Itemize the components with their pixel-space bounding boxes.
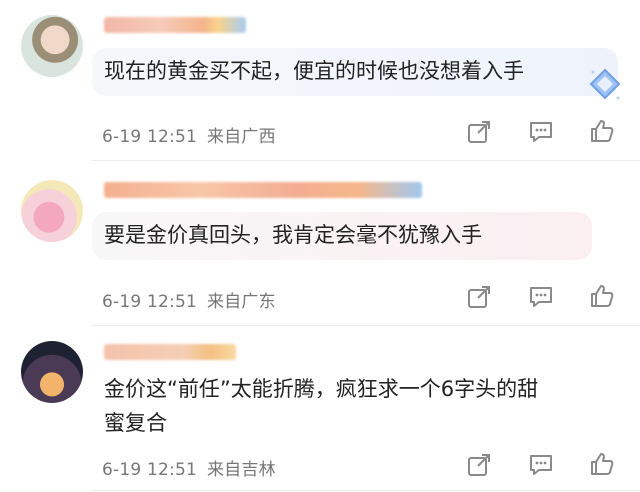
divider bbox=[92, 325, 640, 326]
comment-meta: 6-19 12:51 来自广西 bbox=[102, 122, 286, 147]
share-button[interactable] bbox=[466, 284, 492, 310]
divider bbox=[92, 490, 640, 491]
divider bbox=[92, 160, 640, 161]
comment-location: 来自广西 bbox=[206, 127, 276, 147]
reply-button[interactable] bbox=[528, 119, 554, 145]
comment-meta: 6-19 12:51 来自广东 bbox=[102, 287, 286, 312]
thumbs-up-icon bbox=[591, 453, 614, 475]
share-button[interactable] bbox=[466, 119, 492, 145]
comment-date: 6-19 12:51 bbox=[102, 127, 197, 147]
comment-text-line-2: 蜜复合 bbox=[104, 411, 167, 435]
comment-icon bbox=[530, 287, 552, 307]
reply-button[interactable] bbox=[528, 284, 554, 310]
like-button[interactable] bbox=[589, 118, 615, 144]
comment-date: 6-19 12:51 bbox=[102, 460, 197, 480]
diamond-sticker-icon bbox=[589, 68, 621, 100]
reply-button[interactable] bbox=[528, 452, 554, 478]
avatar[interactable] bbox=[21, 180, 83, 242]
share-icon bbox=[468, 286, 490, 308]
like-button[interactable] bbox=[589, 283, 615, 309]
thumbs-up-icon bbox=[591, 285, 614, 307]
username-blurred[interactable] bbox=[104, 182, 422, 198]
avatar[interactable] bbox=[21, 15, 83, 77]
like-button[interactable] bbox=[589, 451, 615, 477]
comment-icon bbox=[530, 122, 552, 142]
comment-text-line-1: 金价这“前任”太能折腾，疯狂求一个6字头的甜 bbox=[104, 377, 539, 401]
share-icon bbox=[468, 454, 490, 476]
comment-date: 6-19 12:51 bbox=[102, 292, 197, 312]
comment-text: 要是金价真回头，我肯定会毫不犹豫入手 bbox=[92, 212, 592, 260]
comment-text-content: 要是金价真回头，我肯定会毫不犹豫入手 bbox=[104, 223, 482, 247]
thumbs-up-icon bbox=[591, 120, 614, 142]
username-blurred[interactable] bbox=[104, 17, 246, 33]
comment-location: 来自吉林 bbox=[206, 460, 276, 480]
avatar[interactable] bbox=[21, 341, 83, 403]
share-button[interactable] bbox=[466, 452, 492, 478]
comment-meta: 6-19 12:51 来自吉林 bbox=[102, 455, 286, 480]
comment-location: 来自广东 bbox=[206, 292, 276, 312]
username-blurred[interactable] bbox=[104, 344, 236, 360]
comment-icon bbox=[530, 455, 552, 475]
comment-text: 现在的黄金买不起，便宜的时候也没想着入手 bbox=[92, 48, 618, 96]
comment-text-content: 现在的黄金买不起，便宜的时候也没想着入手 bbox=[104, 59, 524, 83]
share-icon bbox=[468, 121, 490, 143]
comment-text: 金价这“前任”太能折腾，疯狂求一个6字头的甜 蜜复合 bbox=[92, 366, 632, 444]
